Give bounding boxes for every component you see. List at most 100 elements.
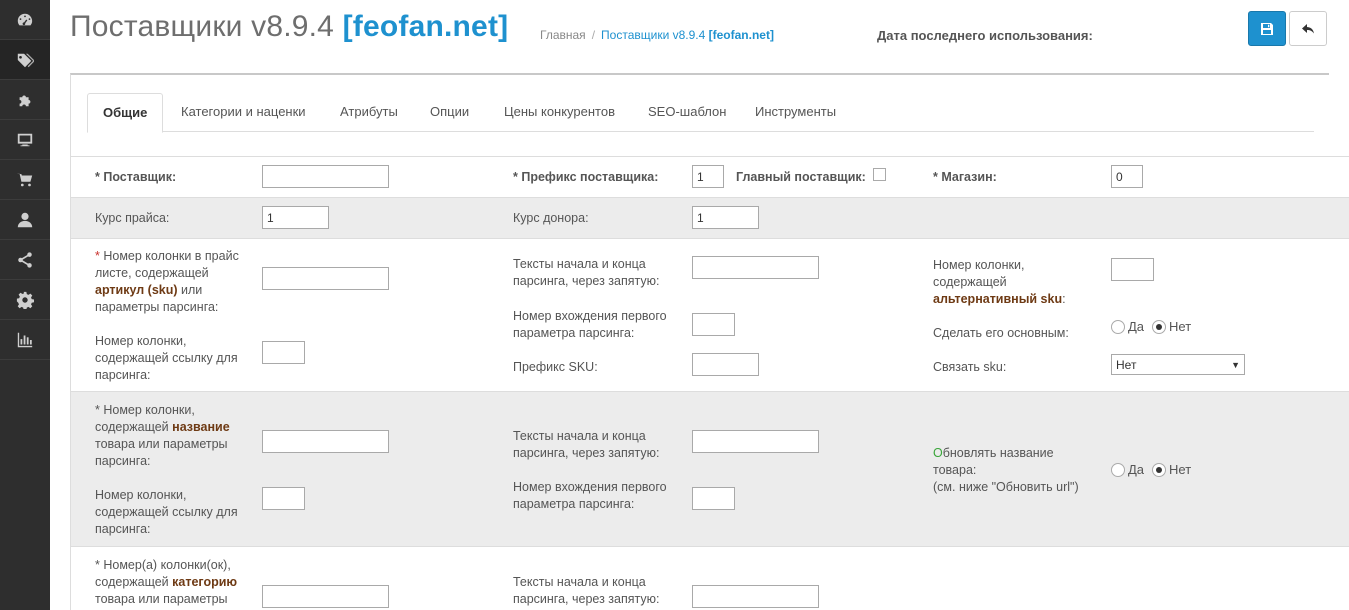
name-label-line2: содержащей [95,420,173,434]
sidebar [0,0,50,610]
name-first-occurrence-label: Номер вхождения первого параметра парсин… [513,479,667,513]
sidebar-item-design[interactable] [0,120,50,160]
make-main-yes-label: Да [1128,319,1145,334]
sku-link-input[interactable] [262,341,305,364]
name-link-input[interactable] [262,487,305,510]
tab-tools[interactable]: Инструменты [740,93,851,132]
alt-sku-highlight: альтернативный sku [933,292,1063,306]
breadcrumb-current[interactable]: Поставщики v8.9.4 [feofan.net] [601,28,774,42]
name-text-line1: Тексты начала и конца [513,429,646,443]
tab-attributes[interactable]: Атрибуты [325,93,413,132]
alt-sku-line1: Номер колонки, [933,258,1025,272]
sku-first-occurrence-label: Номер вхождения первого параметра парсин… [513,308,667,342]
chevron-down-icon: ▼ [1231,359,1240,370]
sidebar-item-dashboard[interactable] [0,0,50,40]
update-name-no-radio[interactable] [1152,462,1167,477]
name-column-input[interactable] [262,430,389,453]
page-title-text: Поставщики v8.9.4 [70,10,335,43]
sku-occ-line1: Номер вхождения первого [513,309,667,323]
sku-occ-line2: параметра парсинга: [513,326,635,340]
sidebar-item-catalog[interactable] [0,40,50,80]
sku-first-occurrence-input[interactable] [692,313,735,336]
category-text-line2: парсинга, через запятую: [513,592,660,606]
gear-icon [16,291,34,309]
name-first-occurrence-input[interactable] [692,487,735,510]
sku-prefix-label: Префикс SKU: [513,360,598,374]
form-row-rates: Курс прайса: Курс донора: [71,197,1349,238]
category-column-input[interactable] [262,585,389,608]
tags-icon [17,53,34,67]
save-icon [1261,22,1273,35]
supplier-label: * Поставщик: [95,170,177,184]
price-rate-input[interactable] [262,206,329,229]
store-input[interactable] [1111,165,1143,188]
sku-column-input[interactable] [262,267,389,290]
sku-prefix-input[interactable] [692,353,759,376]
name-occ-line2: параметра парсинга: [513,497,635,511]
back-button[interactable] [1289,11,1327,46]
make-main-yes-radio[interactable] [1111,319,1125,334]
link-sku-selected: Нет [1116,357,1137,372]
name-link-label: Номер колонки, содержащей ссылку для пар… [95,487,255,538]
name-text-line2: парсинга, через запятую: [513,446,660,460]
breadcrumb: Главная / Поставщики v8.9.4 [feofan.net] [540,28,774,42]
category-text-start-end-input[interactable] [692,585,819,608]
category-label-line1: * Номер(а) колонки(ок), [95,558,231,572]
name-text-start-end-input[interactable] [692,430,819,453]
sku-label-line3: или [177,283,203,297]
sidebar-item-customers[interactable] [0,200,50,240]
make-main-radio-group: Да Нет [1111,319,1199,334]
name-link-line2: содержащей ссылку для [95,505,238,519]
sidebar-item-marketing[interactable] [0,240,50,280]
sku-link-label: Номер колонки, содержащей ссылку для пар… [95,333,255,384]
sku-text-start-end-label: Тексты начала и конца парсинга, через за… [513,256,659,290]
category-label-line2: содержащей [95,575,173,589]
update-name-yes-label: Да [1128,462,1145,477]
link-sku-select[interactable]: Нет ▼ [1111,354,1245,375]
make-main-label: Сделать его основным: [933,326,1069,340]
sidebar-item-system[interactable] [0,280,50,320]
breadcrumb-current-brand: [feofan.net] [708,28,774,42]
form-row-sku: * Номер колонки в прайс листе, содержаще… [71,238,1349,391]
update-name-yes-radio[interactable] [1111,462,1125,477]
name-label-line4: парсинга: [95,454,151,468]
category-text-line1: Тексты начала и конца [513,575,646,589]
name-occ-line1: Номер вхождения первого [513,480,667,494]
share-icon [18,251,32,268]
form-row-name: * Номер колонки, содержащей название тов… [71,391,1349,546]
update-name-no-label: Нет [1169,462,1192,477]
breadcrumb-current-text: Поставщики v8.9.4 [601,28,706,42]
tab-categories[interactable]: Категории и наценки [166,93,321,132]
sku-label-line1: Номер колонки в прайс [99,249,239,263]
alt-sku-input[interactable] [1111,258,1154,281]
sidebar-item-sales[interactable] [0,160,50,200]
main-supplier-checkbox[interactable] [873,168,886,181]
store-label: * Магазин: [933,170,997,184]
tab-competitor-prices[interactable]: Цены конкурентов [489,93,630,132]
tab-general[interactable]: Общие [87,93,164,133]
save-button[interactable] [1248,11,1286,46]
category-label-highlight: категорию [172,575,238,589]
tab-bar: Общие Категории и наценки Атрибуты Опции… [87,93,1314,133]
bar-chart-icon [17,332,33,347]
supplier-input[interactable] [262,165,389,188]
name-column-label: * Номер колонки, содержащей название тов… [95,402,255,470]
sidebar-item-extensions[interactable] [0,80,50,120]
make-main-no-radio[interactable] [1152,319,1167,334]
sku-link-line3: парсинга: [95,368,151,382]
tab-seo-template[interactable]: SEO-шаблон [633,93,741,132]
breadcrumb-home[interactable]: Главная [540,28,586,42]
sidebar-item-reports[interactable] [0,320,50,360]
name-text-start-end-label: Тексты начала и конца парсинга, через за… [513,428,659,462]
prefix-input[interactable] [692,165,724,188]
form-row-category: * Номер(а) колонки(ок), содержащей катег… [71,546,1349,610]
sku-text-start-end-input[interactable] [692,256,819,279]
tab-options[interactable]: Опции [415,93,484,132]
update-name-radio-group: Да Нет [1111,462,1199,477]
update-name-line3: (см. ниже "Обновить url") [933,480,1079,494]
sku-column-label: * Номер колонки в прайс листе, содержаще… [95,248,255,316]
donor-rate-input[interactable] [692,206,759,229]
donor-rate-label: Курс донора: [513,211,589,225]
cart-icon [16,173,33,186]
name-link-line3: парсинга: [95,522,151,536]
